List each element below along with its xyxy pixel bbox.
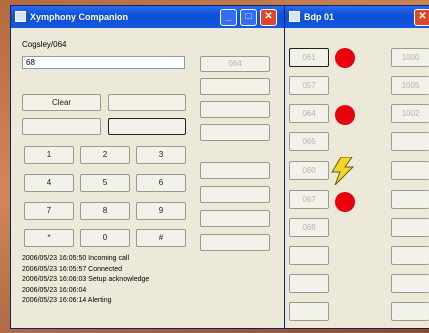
log-entry: 2006/05/23 16:06:14 Alerting bbox=[22, 297, 112, 304]
side-button[interactable] bbox=[200, 124, 270, 141]
companion-title-bar[interactable]: Xymphony Companion _ □ ✕ bbox=[11, 6, 285, 28]
log-entry: 2006/05/23 16:06:03 Setup acknowledge bbox=[22, 276, 150, 283]
busy-indicator-icon bbox=[335, 48, 355, 68]
speed-dial-button[interactable] bbox=[391, 302, 429, 321]
bdp-title: Bdp 01 bbox=[304, 12, 335, 22]
side-button[interactable] bbox=[200, 234, 270, 251]
log-entry: 2006/05/23 16:05:57 Connected bbox=[22, 265, 123, 273]
key-hash[interactable]: # bbox=[136, 229, 186, 247]
line-button[interactable] bbox=[289, 274, 329, 293]
close-icon[interactable]: ✕ bbox=[414, 9, 429, 26]
side-button[interactable] bbox=[200, 210, 270, 227]
side-button[interactable] bbox=[200, 101, 270, 118]
speed-dial-button[interactable] bbox=[391, 190, 429, 209]
log-entry: 2006/05/23 16:05:50 Incoming call bbox=[22, 255, 130, 262]
line-button-067[interactable]: 067 bbox=[289, 190, 329, 209]
line-button-068[interactable]: 068 bbox=[289, 218, 329, 237]
blank-button[interactable] bbox=[108, 118, 186, 135]
key-0[interactable]: 0 bbox=[80, 229, 130, 247]
speed-dial-button[interactable] bbox=[391, 246, 429, 265]
side-button[interactable] bbox=[200, 162, 270, 179]
call-log: 2006/05/23 16:05:50 Incoming call 2006/0… bbox=[22, 254, 182, 307]
key-6[interactable]: 6 bbox=[136, 174, 186, 192]
line-button-057[interactable]: 057 bbox=[289, 76, 329, 95]
app-icon bbox=[289, 11, 300, 22]
minimize-icon[interactable]: _ bbox=[220, 9, 237, 26]
speed-dial-button[interactable] bbox=[391, 218, 429, 237]
bdp-title-bar[interactable]: Bdp 01 ✕ bbox=[285, 6, 429, 28]
line-button-060[interactable]: 060 bbox=[289, 161, 329, 180]
line-button-064[interactable]: 064 bbox=[289, 104, 329, 123]
clear-button[interactable]: Clear bbox=[22, 94, 101, 111]
speed-dial-button[interactable] bbox=[391, 132, 429, 151]
key-2[interactable]: 2 bbox=[80, 146, 130, 164]
key-7[interactable]: 7 bbox=[24, 202, 74, 220]
line-button-061[interactable]: 061 bbox=[289, 48, 329, 67]
app-icon bbox=[15, 11, 26, 22]
busy-indicator-icon bbox=[335, 192, 355, 212]
number-input[interactable]: 68 bbox=[22, 56, 185, 69]
line-064-button[interactable]: 064 bbox=[200, 56, 270, 72]
speed-dial-button[interactable] bbox=[391, 274, 429, 293]
key-4[interactable]: 4 bbox=[24, 174, 74, 192]
side-button[interactable] bbox=[200, 78, 270, 95]
key-star[interactable]: * bbox=[24, 229, 74, 247]
speed-dial-1002[interactable]: 1002 bbox=[391, 104, 429, 123]
window-title: Xymphony Companion bbox=[30, 12, 129, 22]
busy-indicator-icon bbox=[335, 105, 355, 125]
close-icon[interactable]: ✕ bbox=[260, 9, 277, 26]
maximize-icon[interactable]: □ bbox=[240, 9, 257, 26]
key-1[interactable]: 1 bbox=[24, 146, 74, 164]
extension-label: Cogsley/064 bbox=[22, 40, 67, 49]
key-5[interactable]: 5 bbox=[80, 174, 130, 192]
speed-dial-1000[interactable]: 1000 bbox=[391, 48, 429, 67]
line-button[interactable] bbox=[289, 246, 329, 265]
log-entry: 2006/05/23 16:06:04 bbox=[22, 286, 87, 294]
line-button[interactable] bbox=[289, 302, 329, 321]
key-9[interactable]: 9 bbox=[136, 202, 186, 220]
lightning-icon bbox=[331, 157, 354, 185]
line-button-065[interactable]: 065 bbox=[289, 132, 329, 151]
speed-dial-button[interactable] bbox=[391, 161, 429, 180]
side-button[interactable] bbox=[200, 186, 270, 203]
speed-dial-1005[interactable]: 1005 bbox=[391, 76, 429, 95]
key-8[interactable]: 8 bbox=[80, 202, 130, 220]
blank-button[interactable] bbox=[108, 94, 186, 111]
blank-button[interactable] bbox=[22, 118, 101, 135]
key-3[interactable]: 3 bbox=[136, 146, 186, 164]
